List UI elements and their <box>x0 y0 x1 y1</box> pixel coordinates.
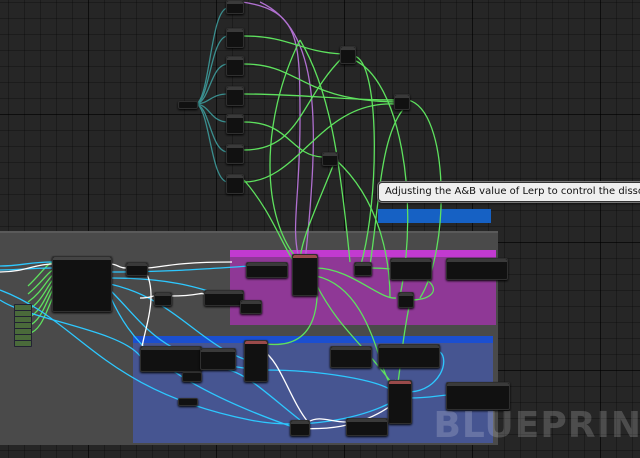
function-node[interactable] <box>378 344 440 368</box>
cast-node[interactable] <box>126 262 148 276</box>
event-node[interactable] <box>52 256 112 312</box>
function-node[interactable] <box>330 346 372 368</box>
break-node[interactable] <box>226 86 244 106</box>
set-node[interactable] <box>346 418 388 436</box>
variable-node[interactable] <box>178 398 198 406</box>
break-node[interactable] <box>226 114 244 134</box>
break-node[interactable] <box>226 0 244 14</box>
function-node[interactable] <box>140 346 202 372</box>
function-node[interactable] <box>200 348 236 370</box>
reroute-node[interactable] <box>178 101 198 109</box>
blueprint-watermark: BLUEPRIN <box>433 405 640 446</box>
function-node[interactable] <box>446 258 508 280</box>
math-node[interactable] <box>240 300 262 314</box>
break-node[interactable] <box>226 56 244 76</box>
wire-layer <box>0 1 451 430</box>
comment-bubble[interactable]: Adjusting the A&B value of Lerp to contr… <box>378 182 640 202</box>
math-node[interactable] <box>340 46 356 64</box>
math-node[interactable] <box>354 262 372 276</box>
lerp-node[interactable] <box>244 340 268 382</box>
comment-bubble-text: Adjusting the A&B value of Lerp to contr… <box>385 186 640 197</box>
break-node[interactable] <box>226 144 244 164</box>
variable-node[interactable] <box>182 372 202 382</box>
function-node[interactable] <box>390 258 432 280</box>
math-node[interactable] <box>322 152 338 166</box>
blueprint-graph-canvas[interactable]: Adjusting the A&B value of Lerp to contr… <box>0 0 640 458</box>
math-node[interactable] <box>398 292 414 308</box>
break-node[interactable] <box>226 28 244 48</box>
lerp-node[interactable] <box>388 380 412 424</box>
branch-node[interactable] <box>154 292 172 306</box>
get-node[interactable] <box>246 262 288 278</box>
set-node[interactable] <box>204 290 244 306</box>
branch-node[interactable] <box>290 420 310 436</box>
constant-node[interactable] <box>14 340 32 347</box>
math-node[interactable] <box>394 94 410 110</box>
break-node[interactable] <box>226 174 244 194</box>
lerp-node[interactable] <box>292 254 318 296</box>
